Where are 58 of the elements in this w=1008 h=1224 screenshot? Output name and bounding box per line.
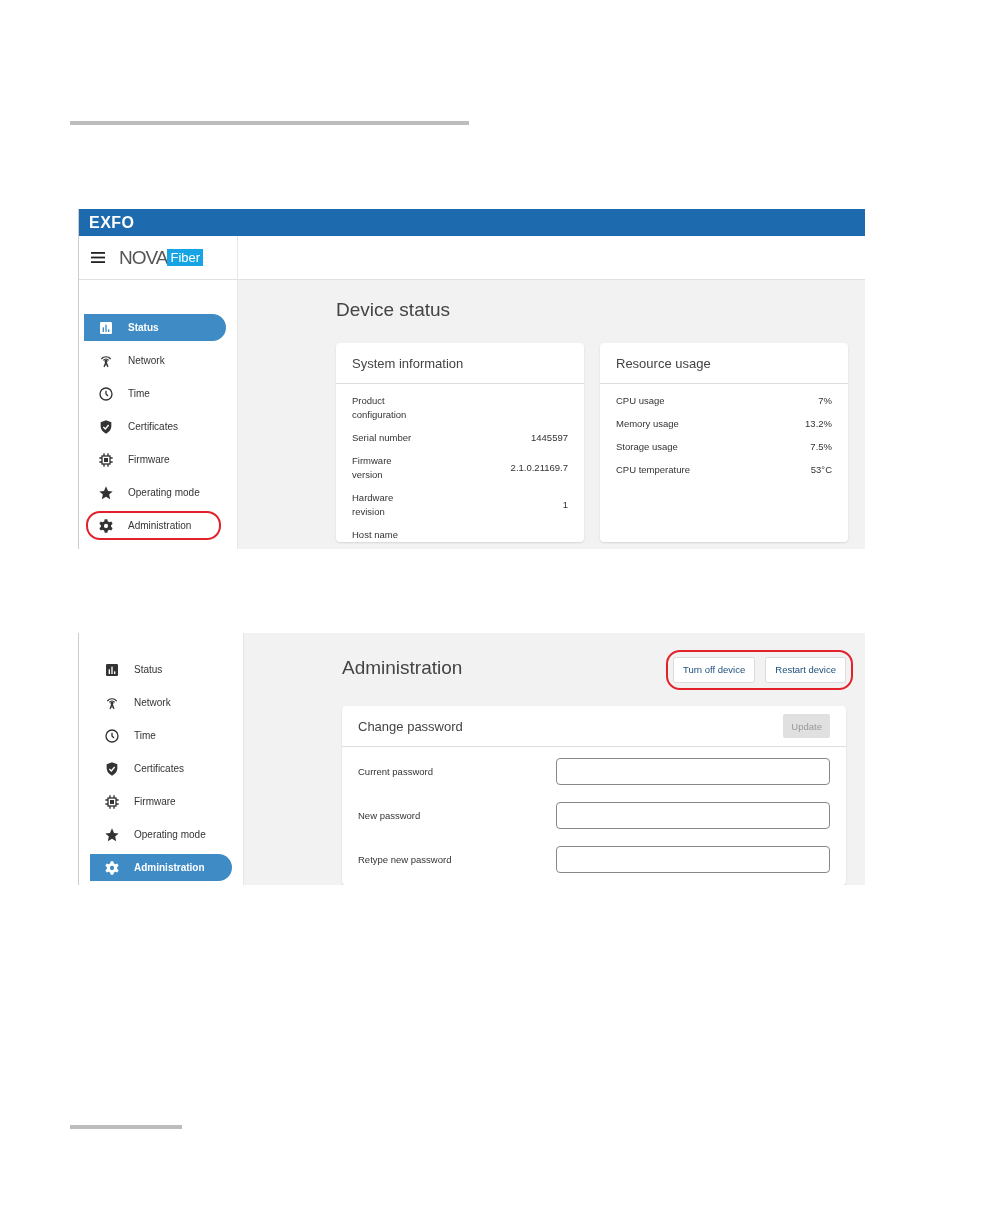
card-title: Resource usage <box>600 343 848 384</box>
nav-item[interactable]: Certificates <box>90 755 232 782</box>
nav-item[interactable]: Status <box>90 656 232 683</box>
shield-icon <box>104 760 120 777</box>
nav-item[interactable]: Operating mode <box>84 479 226 506</box>
info-label: Hardware revision <box>352 491 395 519</box>
info-value: 2.1.0.21169.7 <box>510 461 568 475</box>
clock-icon <box>98 385 114 402</box>
info-value: 13.2% <box>805 417 832 431</box>
chip-icon <box>98 451 114 468</box>
chip-icon <box>104 793 120 810</box>
card-title: Change password <box>358 718 463 734</box>
star-icon <box>98 484 114 501</box>
nav-item[interactable]: Firmware <box>84 446 226 473</box>
nav-item[interactable]: Certificates <box>84 413 226 440</box>
card-title: System information <box>336 343 584 384</box>
info-label: CPU temperature <box>616 463 690 477</box>
info-value: 1445597 <box>531 431 568 445</box>
gear-icon <box>98 517 114 534</box>
nav-item[interactable]: Administration <box>84 512 226 539</box>
clock-icon <box>104 727 120 744</box>
nav-item[interactable]: Network <box>90 689 232 716</box>
shield-icon <box>98 418 114 435</box>
gear-icon <box>104 859 120 876</box>
page-title: Administration <box>342 656 463 680</box>
action-button[interactable]: Restart device <box>765 656 846 683</box>
chart-icon <box>104 661 120 678</box>
nav-item[interactable]: Firmware <box>90 788 232 815</box>
nav-item[interactable]: Time <box>84 380 226 407</box>
info-label: Firmware version <box>352 454 393 482</box>
info-label: Serial number <box>352 431 412 445</box>
info-label: Product configuration <box>352 394 408 422</box>
menu-icon[interactable] <box>91 252 105 263</box>
nav-item[interactable]: Network <box>84 347 226 374</box>
nav-item[interactable]: Administration <box>90 854 232 881</box>
password-field[interactable] <box>556 846 830 873</box>
info-label: CPU usage <box>616 394 665 408</box>
action-button[interactable]: Turn off device <box>672 656 756 683</box>
chart-icon <box>98 319 114 336</box>
field-label: Current password <box>358 766 433 777</box>
field-label: New password <box>358 810 421 821</box>
info-value: 53°C <box>810 463 832 477</box>
info-value: 1 <box>562 498 568 512</box>
password-field[interactable] <box>556 802 830 829</box>
info-label: Host name <box>352 528 398 542</box>
page-title: Device status <box>336 299 452 322</box>
info-label: Memory usage <box>616 417 679 431</box>
nav-item[interactable]: Operating mode <box>90 821 232 848</box>
product-logo: NOVA Fiber <box>119 246 204 269</box>
info-label: Storage usage <box>616 440 678 454</box>
nav-item[interactable]: Status <box>84 314 226 341</box>
field-label: Retype new password <box>358 854 452 865</box>
info-value: 7% <box>818 394 832 408</box>
star-icon <box>104 826 120 843</box>
password-field[interactable] <box>556 758 830 785</box>
nav-item[interactable]: Time <box>90 722 232 749</box>
info-value: 7.5% <box>810 440 832 454</box>
brand-logo: EXFO <box>89 213 135 232</box>
